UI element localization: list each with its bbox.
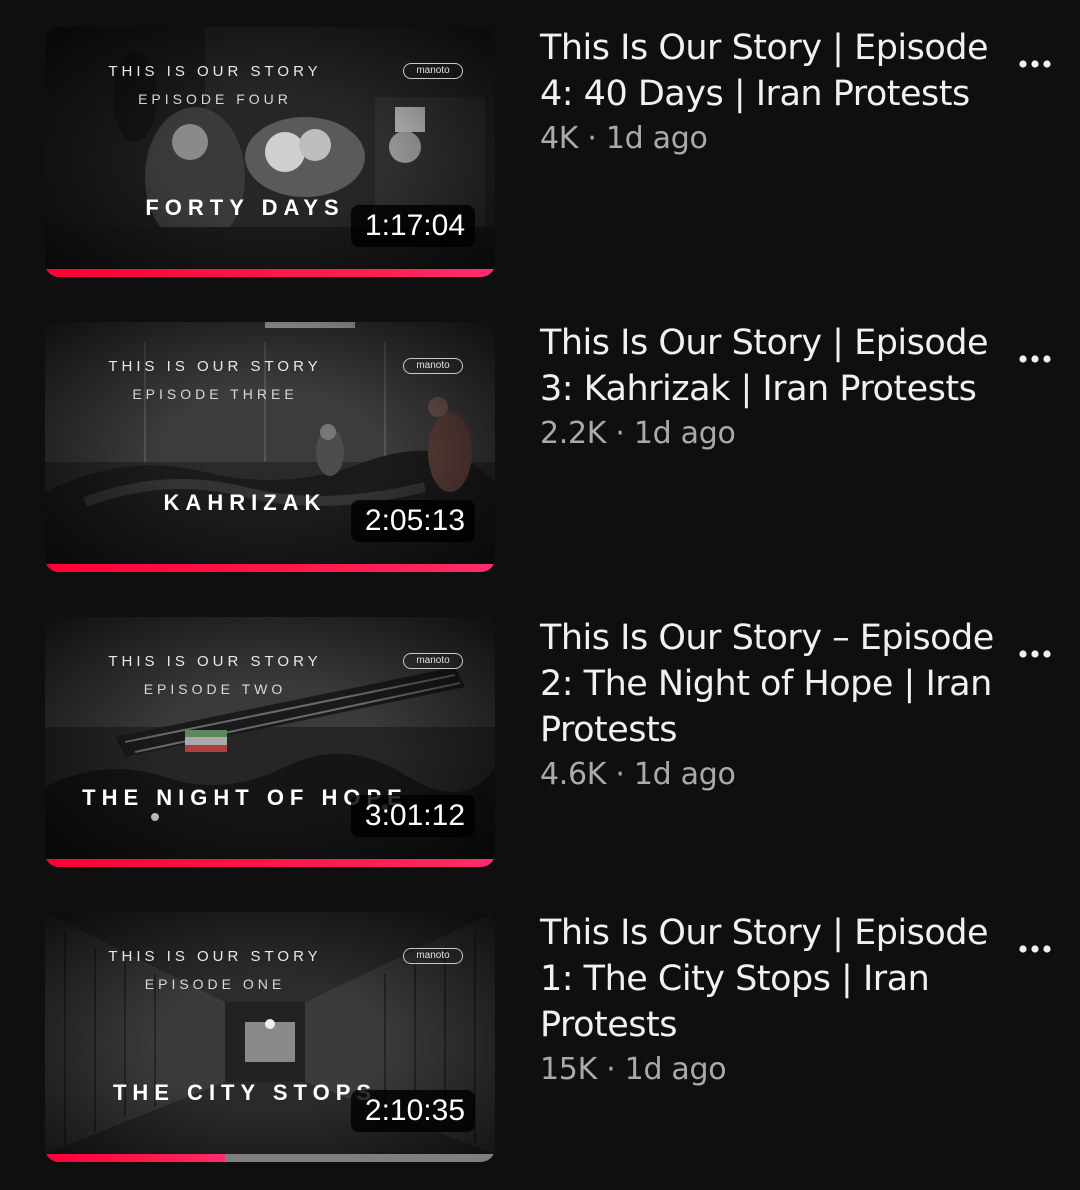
- thumbnail-episode-text: EPISODE TWO: [143, 681, 287, 697]
- more-vertical-icon: [1019, 650, 1051, 658]
- watch-progress-bar: [45, 269, 495, 277]
- video-title[interactable]: This Is Our Story | Episode 3: Kahrizak …: [540, 320, 1000, 412]
- video-stats: 4K · 1d ago: [540, 121, 708, 156]
- video-thumbnail[interactable]: THIS IS OUR STORY EPISODE THREE manoto K…: [45, 322, 495, 572]
- thumbnail-series-text: THIS IS OUR STORY: [108, 948, 322, 965]
- more-vertical-icon: [1019, 945, 1051, 953]
- more-options-button[interactable]: [1012, 336, 1058, 382]
- video-item[interactable]: THIS IS OUR STORY EPISODE TWO manoto THE…: [0, 617, 1080, 872]
- video-meta: This Is Our Story | Episode 3: Kahrizak …: [540, 320, 1000, 454]
- video-thumbnail[interactable]: THIS IS OUR STORY EPISODE ONE manoto THE…: [45, 912, 495, 1162]
- thumbnail-series-text: THIS IS OUR STORY: [108, 653, 322, 670]
- video-item[interactable]: THIS IS OUR STORY EPISODE THREE manoto K…: [0, 322, 1080, 577]
- video-item[interactable]: THIS IS OUR STORY EPISODE FOUR manoto FO…: [0, 27, 1080, 282]
- video-meta: This Is Our Story | Episode 1: The City …: [540, 910, 1000, 1090]
- video-stats: 15K · 1d ago: [540, 1052, 727, 1087]
- video-stats: 4.6K · 1d ago: [540, 757, 736, 792]
- video-title[interactable]: This Is Our Story – Episode 2: The Night…: [540, 615, 1000, 753]
- watch-progress-fill: [45, 859, 495, 867]
- thumbnail-episode-text: EPISODE ONE: [144, 976, 286, 992]
- channel-logo: manoto: [403, 358, 463, 374]
- video-stats: 2.2K · 1d ago: [540, 416, 736, 451]
- thumbnail-episode-text: EPISODE THREE: [132, 386, 298, 402]
- more-vertical-icon: [1019, 60, 1051, 68]
- duration-badge: 2:10:35: [350, 1090, 475, 1132]
- more-options-button[interactable]: [1012, 41, 1058, 87]
- channel-logo: manoto: [403, 653, 463, 669]
- watch-progress-fill: [45, 269, 495, 277]
- video-thumbnail[interactable]: THIS IS OUR STORY EPISODE FOUR manoto FO…: [45, 27, 495, 277]
- more-options-button[interactable]: [1012, 926, 1058, 972]
- channel-logo: manoto: [403, 948, 463, 964]
- thumbnail-series-text: THIS IS OUR STORY: [108, 63, 322, 80]
- video-thumbnail[interactable]: THIS IS OUR STORY EPISODE TWO manoto THE…: [45, 617, 495, 867]
- video-title[interactable]: This Is Our Story | Episode 4: 40 Days |…: [540, 25, 1000, 117]
- duration-badge: 1:17:04: [350, 205, 475, 247]
- watch-progress-bar: [45, 564, 495, 572]
- duration-badge: 2:05:13: [350, 500, 475, 542]
- thumbnail-series-text: THIS IS OUR STORY: [108, 358, 322, 375]
- duration-badge: 3:01:12: [350, 795, 475, 837]
- thumbnail-episode-text: EPISODE FOUR: [138, 91, 292, 107]
- watch-progress-bar: [45, 1154, 495, 1162]
- video-title[interactable]: This Is Our Story | Episode 1: The City …: [540, 910, 1000, 1048]
- more-options-button[interactable]: [1012, 631, 1058, 677]
- more-vertical-icon: [1019, 355, 1051, 363]
- watch-progress-bar: [45, 859, 495, 867]
- channel-logo: manoto: [403, 63, 463, 79]
- video-meta: This Is Our Story | Episode 4: 40 Days |…: [540, 25, 1000, 159]
- video-item[interactable]: THIS IS OUR STORY EPISODE ONE manoto THE…: [0, 912, 1080, 1167]
- watch-progress-fill: [45, 1154, 225, 1162]
- video-meta: This Is Our Story – Episode 2: The Night…: [540, 615, 1000, 795]
- watch-progress-fill: [45, 564, 495, 572]
